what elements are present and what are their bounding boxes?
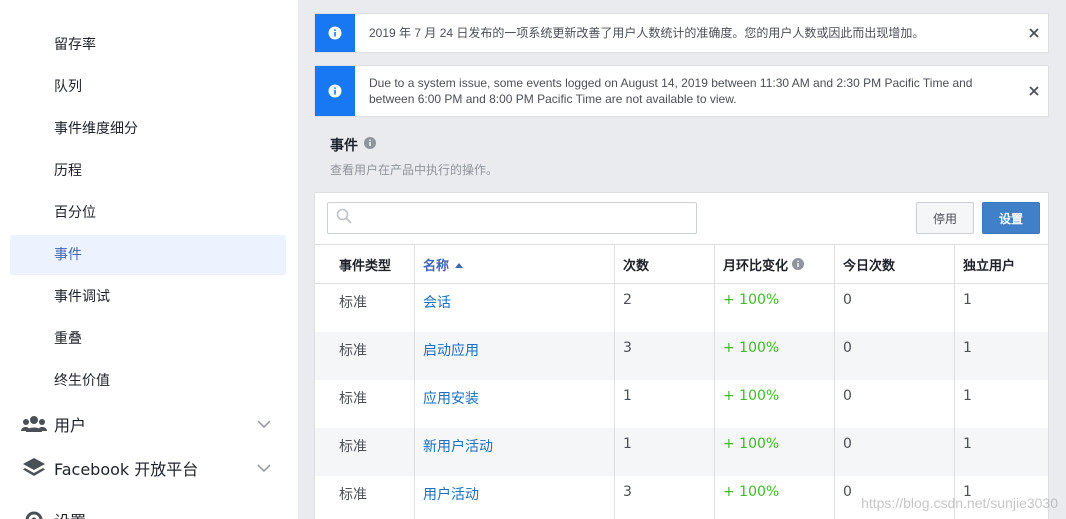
cell-type: 标准 <box>315 332 415 380</box>
column-header-today[interactable]: 今日次数 <box>835 245 955 283</box>
sidebar-item-lifetime-value[interactable]: 终生价值 <box>10 361 286 401</box>
close-icon[interactable] <box>1020 66 1048 116</box>
cell-count: 1 <box>615 428 715 476</box>
layers-icon <box>20 457 48 479</box>
cell-unique: 1 <box>963 292 972 308</box>
column-header-name[interactable]: 名称 <box>415 245 615 283</box>
cell-mom: + 100% <box>715 284 835 332</box>
settings-button[interactable]: 设置 <box>982 202 1040 234</box>
page-title-text: 事件 <box>330 138 358 154</box>
sidebar-item-percentiles[interactable]: 百分位 <box>10 193 286 233</box>
info-icon[interactable] <box>364 137 376 153</box>
column-header-name-label: 名称 <box>423 258 450 274</box>
sidebar-item-journeys[interactable]: 历程 <box>10 151 286 191</box>
cell-count: 3 <box>615 476 715 519</box>
main-content: 2019 年 7 月 24 日发布的一项系统更新改善了用户人数统计的准确度。您的… <box>298 0 1066 519</box>
events-card: 停用 设置 事件类型 名称 次数 月环比变化 今日次数 独立用户 标准 会话 2… <box>314 192 1049 519</box>
column-header-mom-label: 月环比变化 <box>723 258 789 274</box>
cell-mom: + 100% <box>715 380 835 428</box>
event-name-link[interactable]: 新用户活动 <box>415 428 615 476</box>
sidebar-section-settings[interactable]: 设置 <box>10 500 286 519</box>
cell-unique: 1 <box>963 388 972 404</box>
sidebar-item-cohorts[interactable]: 队列 <box>10 67 286 107</box>
cell-today: 0 <box>835 428 955 476</box>
table-row: 标准 启动应用 3 + 100% 0 1 <box>315 332 1048 380</box>
cell-unique: 1 <box>963 436 972 452</box>
close-icon[interactable] <box>1020 14 1048 52</box>
sidebar-section-platform[interactable]: Facebook 开放平台 <box>10 448 286 488</box>
sidebar-item-overlap[interactable]: 重叠 <box>10 319 286 359</box>
sidebar-section-label: Facebook 开放平台 <box>54 460 199 479</box>
page-subtitle: 查看用户在产品中执行的操作。 <box>330 163 499 177</box>
sort-ascending-icon <box>455 257 464 272</box>
sidebar-item-breakdowns[interactable]: 事件维度细分 <box>10 109 286 149</box>
cell-type: 标准 <box>315 284 415 332</box>
cell-type: 标准 <box>315 476 415 519</box>
sidebar-section-label: 用户 <box>54 416 87 435</box>
cell-today: 0 <box>835 380 955 428</box>
notice-banner: Due to a system issue, some events logge… <box>314 65 1049 117</box>
event-name-link[interactable]: 会话 <box>415 284 615 332</box>
cell-type: 标准 <box>315 428 415 476</box>
event-name-link[interactable]: 启动应用 <box>415 332 615 380</box>
cell-today: 0 <box>835 284 955 332</box>
cell-unique: 1 <box>963 340 972 356</box>
search-icon <box>336 208 352 228</box>
chevron-down-icon[interactable] <box>252 456 276 480</box>
sidebar-item-retention[interactable]: 留存率 <box>10 25 286 65</box>
page-title: 事件 <box>330 135 376 155</box>
events-table: 事件类型 名称 次数 月环比变化 今日次数 独立用户 标准 会话 2 + 100… <box>315 244 1048 519</box>
table-row: 标准 应用安装 1 + 100% 0 1 <box>315 380 1048 428</box>
column-header-unique[interactable]: 独立用户 <box>955 245 1048 283</box>
search-input[interactable] <box>358 204 696 232</box>
chevron-down-icon[interactable] <box>252 412 276 436</box>
disable-button[interactable]: 停用 <box>916 202 974 234</box>
sidebar: 留存率 队列 事件维度细分 历程 百分位 事件 事件调试 重叠 终生价值 用户 <box>0 0 298 519</box>
sidebar-section-label: 设置 <box>54 508 286 519</box>
watermark: https://blog.csdn.net/sunjie3030 <box>861 495 1058 511</box>
column-header-type[interactable]: 事件类型 <box>315 245 415 283</box>
table-row: 标准 会话 2 + 100% 0 1 <box>315 284 1048 332</box>
sidebar-item-events[interactable]: 事件 <box>10 235 286 275</box>
gear-icon <box>20 509 48 519</box>
info-icon <box>315 14 355 52</box>
column-header-mom[interactable]: 月环比变化 <box>715 245 835 283</box>
users-icon <box>20 413 48 435</box>
cell-count: 2 <box>615 284 715 332</box>
sidebar-section-users[interactable]: 用户 <box>10 404 286 444</box>
cell-today: 0 <box>835 332 955 380</box>
cell-mom: + 100% <box>715 428 835 476</box>
search-box[interactable] <box>327 202 697 234</box>
cell-type: 标准 <box>315 380 415 428</box>
table-header: 事件类型 名称 次数 月环比变化 今日次数 独立用户 <box>315 244 1048 284</box>
table-row: 标准 新用户活动 1 + 100% 0 1 <box>315 428 1048 476</box>
info-icon <box>315 66 355 116</box>
cell-count: 3 <box>615 332 715 380</box>
event-name-link[interactable]: 应用安装 <box>415 380 615 428</box>
notice-banner: 2019 年 7 月 24 日发布的一项系统更新改善了用户人数统计的准确度。您的… <box>314 13 1049 53</box>
event-name-link[interactable]: 用户活动 <box>415 476 615 519</box>
cell-count: 1 <box>615 380 715 428</box>
notice-text: Due to a system issue, some events logge… <box>369 76 973 106</box>
notice-text: 2019 年 7 月 24 日发布的一项系统更新改善了用户人数统计的准确度。您的… <box>369 26 925 40</box>
column-header-count[interactable]: 次数 <box>615 245 715 283</box>
cell-mom: + 100% <box>715 476 835 519</box>
sidebar-item-event-debugging[interactable]: 事件调试 <box>10 277 286 317</box>
info-icon[interactable] <box>792 258 805 270</box>
cell-mom: + 100% <box>715 332 835 380</box>
